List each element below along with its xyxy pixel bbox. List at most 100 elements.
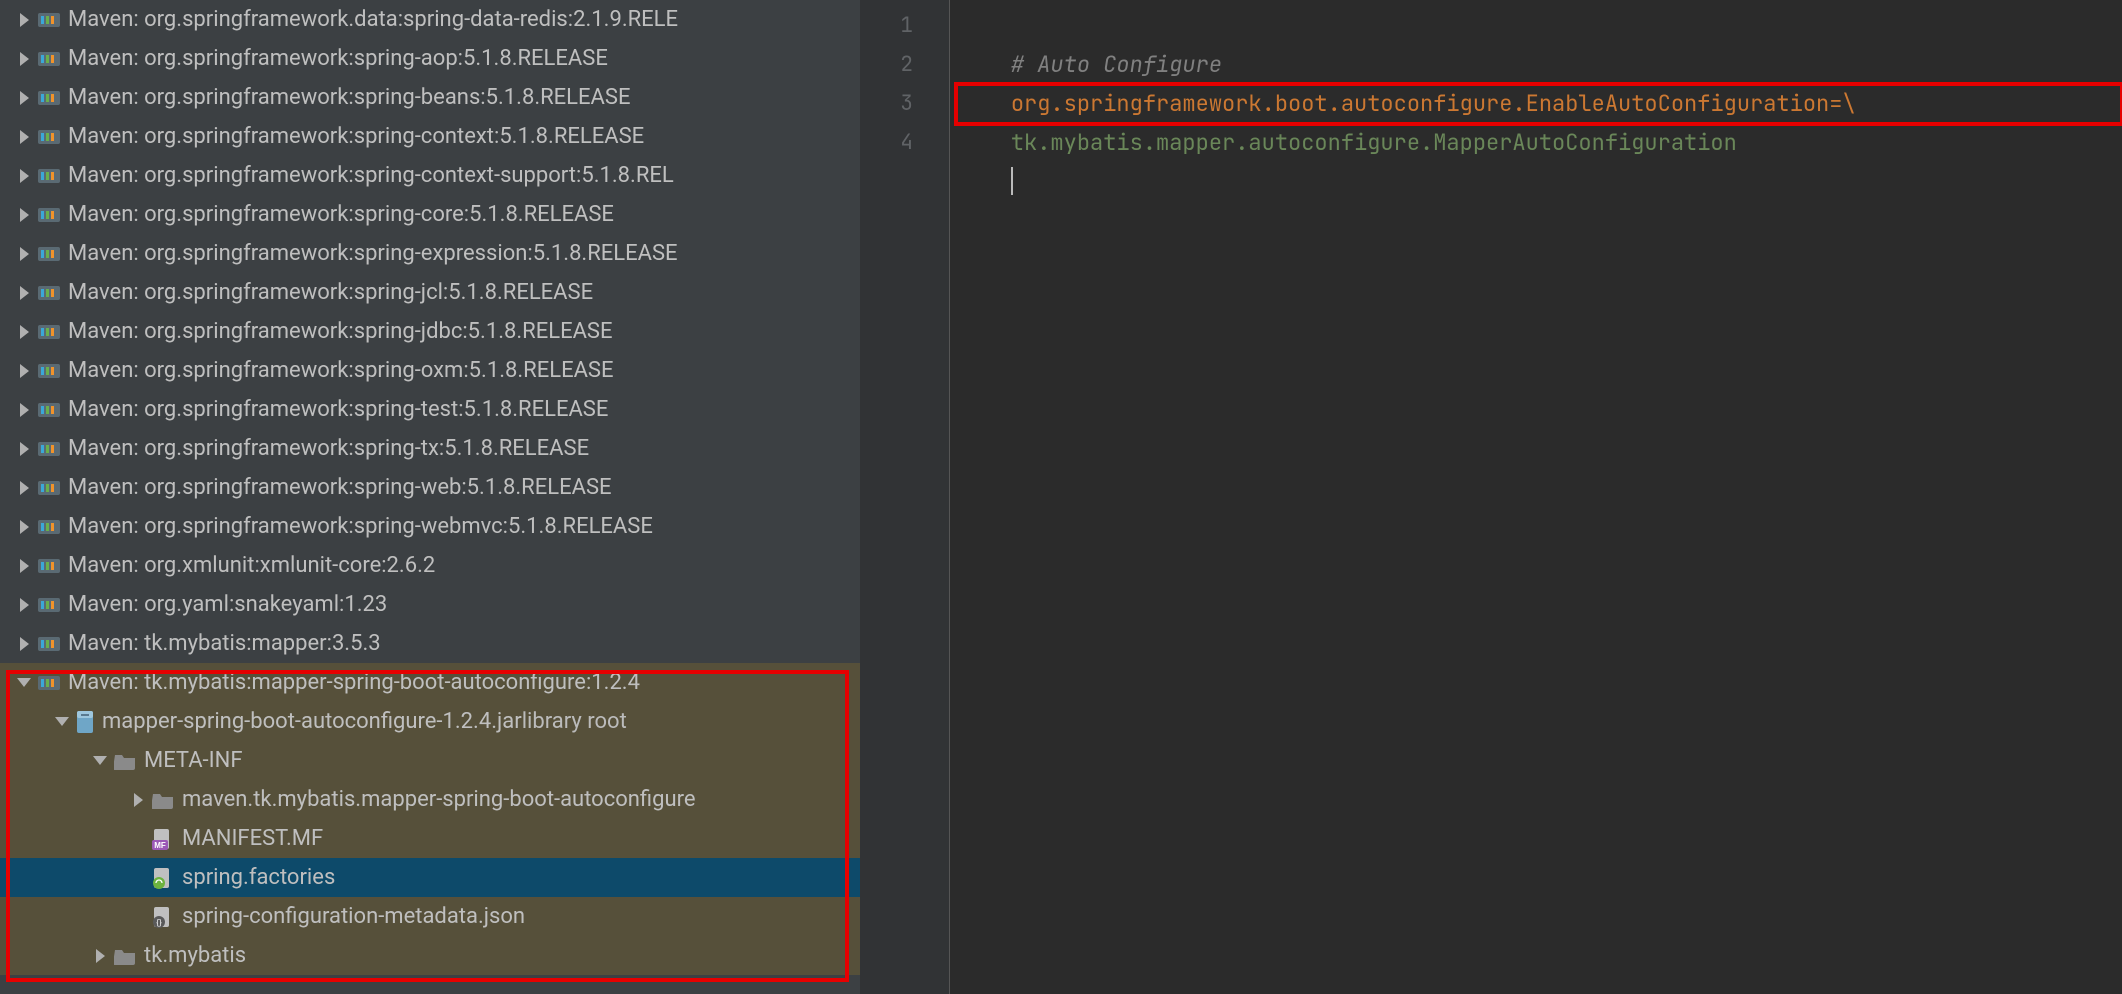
tree-row[interactable]: Maven: org.springframework:spring-webmvc…: [0, 507, 860, 546]
library-icon: [38, 557, 60, 575]
expand-arrow-right-icon[interactable]: [92, 948, 108, 964]
folder-icon: [152, 791, 174, 809]
expand-arrow-right-icon[interactable]: [16, 558, 32, 574]
svg-text:MF: MF: [154, 841, 166, 850]
tree-row[interactable]: tk.mybatis: [0, 936, 860, 975]
tree-item-label: Maven: org.springframework:spring-aop:5.…: [68, 39, 608, 78]
tree-item-label: Maven: org.springframework:spring-core:5…: [68, 195, 614, 234]
tree-row[interactable]: Maven: org.springframework:spring-contex…: [0, 156, 860, 195]
tree-item-label: Maven: tk.mybatis:mapper:3.5.3: [68, 624, 381, 663]
tree-row[interactable]: MF MANIFEST.MF: [0, 819, 860, 858]
library-icon: [38, 11, 60, 29]
tree-row[interactable]: spring.factories: [0, 858, 860, 897]
tree-row[interactable]: Maven: tk.mybatis:mapper:3.5.3: [0, 624, 860, 663]
tree-row[interactable]: {} spring-configuration-metadata.json: [0, 897, 860, 936]
expand-arrow-right-icon[interactable]: [16, 207, 32, 223]
folder-icon: [114, 752, 136, 770]
expand-arrow-right-icon[interactable]: [16, 402, 32, 418]
expand-arrow-right-icon[interactable]: [16, 324, 32, 340]
text-caret: [1011, 167, 1013, 195]
tree-row[interactable]: Maven: tk.mybatis:mapper-spring-boot-aut…: [0, 663, 860, 702]
expand-arrow-right-icon[interactable]: [130, 792, 146, 808]
tree-item-label: MANIFEST.MF: [182, 819, 323, 858]
expand-arrow-down-icon[interactable]: [54, 714, 70, 730]
json-file-icon: {}: [152, 906, 174, 928]
tree-row[interactable]: Maven: org.springframework:spring-jcl:5.…: [0, 273, 860, 312]
expand-arrow-down-icon[interactable]: [16, 675, 32, 691]
expand-arrow-right-icon[interactable]: [16, 246, 32, 262]
tree-row[interactable]: Maven: org.springframework:spring-expres…: [0, 234, 860, 273]
expand-arrow-right-icon[interactable]: [16, 285, 32, 301]
expand-arrow-right-icon[interactable]: [16, 90, 32, 106]
tree-row[interactable]: Maven: org.springframework:spring-core:5…: [0, 195, 860, 234]
library-icon: [38, 596, 60, 614]
library-icon: [38, 440, 60, 458]
library-icon: [38, 206, 60, 224]
tree-item-label: mapper-spring-boot-autoconfigure-1.2.4.j…: [102, 702, 522, 741]
tree-item-label: Maven: org.springframework:spring-tx:5.1…: [68, 429, 589, 468]
tree-item-label: Maven: org.springframework:spring-webmvc…: [68, 507, 653, 546]
tree-row[interactable]: maven.tk.mybatis.mapper-spring-boot-auto…: [0, 780, 860, 819]
tree-item-label: Maven: org.springframework:spring-oxm:5.…: [68, 351, 614, 390]
tree-row[interactable]: mapper-spring-boot-autoconfigure-1.2.4.j…: [0, 702, 860, 741]
tree-item-label: META-INF: [144, 741, 242, 780]
manifest-file-icon: MF: [152, 828, 174, 850]
tree-row[interactable]: Maven: org.springframework:spring-web:5.…: [0, 468, 860, 507]
tree-item-label: Maven: org.springframework:spring-contex…: [68, 117, 644, 156]
tree-row[interactable]: Maven: org.springframework:spring-test:5…: [0, 390, 860, 429]
tree-row[interactable]: Maven: org.springframework:spring-contex…: [0, 117, 860, 156]
tree-item-label: Maven: org.springframework:spring-web:5.…: [68, 468, 612, 507]
tree-item-label: Maven: org.springframework.data:spring-d…: [68, 0, 678, 39]
line-number: 1: [860, 6, 949, 45]
line-number: 3: [860, 84, 949, 123]
project-tree-panel[interactable]: Maven: org.springframework.data:spring-d…: [0, 0, 860, 994]
code-property-value: tk.mybatis.mapper.autoconfigure.MapperAu…: [1011, 128, 1737, 157]
tree-item-label: spring.factories: [182, 858, 335, 897]
expand-arrow-right-icon[interactable]: [16, 168, 32, 184]
expand-arrow-right-icon[interactable]: [16, 363, 32, 379]
tree-row[interactable]: Maven: org.springframework:spring-beans:…: [0, 78, 860, 117]
library-icon: [38, 674, 60, 692]
tree-item-label: spring-configuration-metadata.json: [182, 897, 525, 936]
tree-row[interactable]: Maven: org.springframework:spring-jdbc:5…: [0, 312, 860, 351]
svg-text:{}: {}: [156, 918, 162, 927]
tree-row[interactable]: Maven: org.springframework:spring-oxm:5.…: [0, 351, 860, 390]
jar-icon: [76, 711, 94, 733]
line-number: 2: [860, 45, 949, 84]
expand-arrow-right-icon[interactable]: [16, 51, 32, 67]
tree-row[interactable]: Maven: org.yaml:snakeyaml:1.23: [0, 585, 860, 624]
code-editor[interactable]: # Auto Configure org.springframework.boo…: [950, 0, 2122, 994]
library-icon: [38, 518, 60, 536]
library-icon: [38, 479, 60, 497]
code-property-key: org.springframework.boot.autoconfigure.E…: [1011, 89, 1829, 118]
tree-row[interactable]: META-INF: [0, 741, 860, 780]
library-icon: [38, 167, 60, 185]
editor-line-1[interactable]: # Auto Configure: [958, 6, 2122, 45]
library-icon: [38, 401, 60, 419]
tree-row[interactable]: Maven: org.springframework:spring-tx:5.1…: [0, 429, 860, 468]
tree-row[interactable]: Maven: org.xmlunit:xmlunit-core:2.6.2: [0, 546, 860, 585]
tree-item-label: Maven: org.springframework:spring-expres…: [68, 234, 678, 273]
library-icon: [38, 284, 60, 302]
tree-row[interactable]: Maven: org.springframework:spring-aop:5.…: [0, 39, 860, 78]
expand-arrow-down-icon[interactable]: [92, 753, 108, 769]
tree-item-hint: library root: [522, 702, 627, 741]
code-assign: =: [1829, 89, 1842, 118]
tree-item-label: Maven: org.springframework:spring-beans:…: [68, 78, 630, 117]
code-comment: # Auto Configure: [1011, 50, 1222, 79]
expand-arrow-right-icon[interactable]: [16, 12, 32, 28]
library-icon: [38, 50, 60, 68]
library-icon: [38, 89, 60, 107]
tree-row[interactable]: Maven: org.springframework.data:spring-d…: [0, 0, 860, 39]
expand-arrow-right-icon[interactable]: [16, 597, 32, 613]
expand-arrow-right-icon[interactable]: [16, 519, 32, 535]
tree-item-label: Maven: tk.mybatis:mapper-spring-boot-aut…: [68, 663, 640, 702]
expand-arrow-right-icon[interactable]: [16, 441, 32, 457]
tree-item-label: Maven: org.xmlunit:xmlunit-core:2.6.2: [68, 546, 435, 585]
expand-arrow-right-icon[interactable]: [16, 480, 32, 496]
line-number: 4: [860, 123, 949, 162]
library-icon: [38, 362, 60, 380]
library-icon: [38, 635, 60, 653]
expand-arrow-right-icon[interactable]: [16, 129, 32, 145]
expand-arrow-right-icon[interactable]: [16, 636, 32, 652]
